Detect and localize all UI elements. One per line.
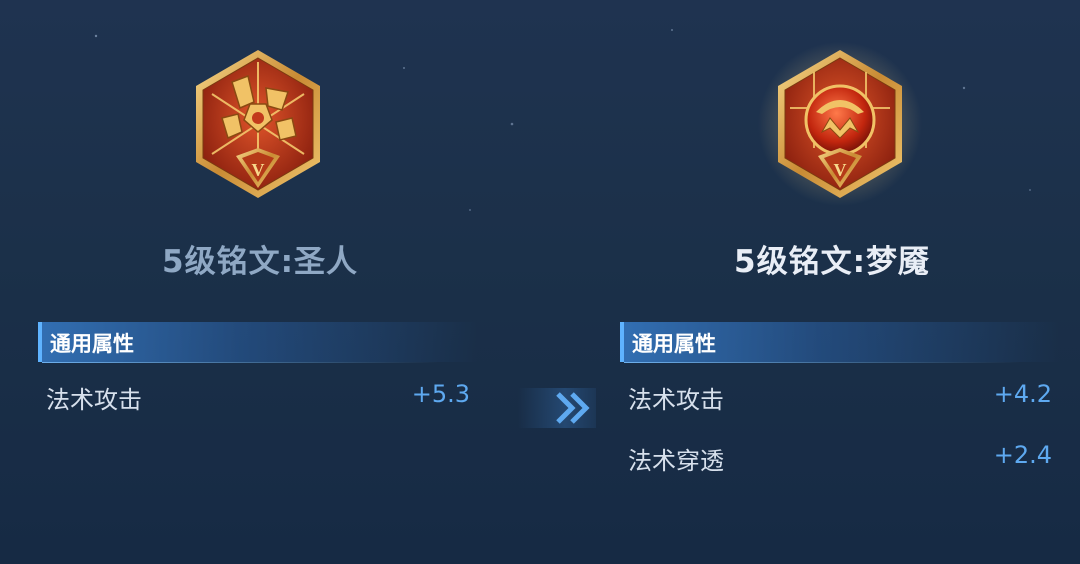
stat-row: 法术穿透 +2.4	[628, 441, 1052, 481]
tier-numeral: V	[252, 160, 265, 180]
tier-numeral: V	[834, 160, 847, 180]
stat-name: 法术攻击	[46, 386, 142, 414]
nightmare-rune-icon[interactable]: V	[758, 42, 922, 206]
new-rune-title: 5级铭文:梦魇	[734, 244, 930, 280]
stat-row: 法术攻击 +5.3	[46, 380, 470, 420]
stat-name: 法术攻击	[628, 386, 724, 414]
section-header-general-attributes: 通用属性	[620, 322, 1060, 363]
section-header-general-attributes: 通用属性	[38, 322, 478, 363]
stat-row: 法术攻击 +4.2	[628, 380, 1052, 420]
stat-value: +5.3	[411, 380, 470, 408]
current-rune-panel: V 5级铭文:圣人 通用属性 法术攻击 +5.3	[0, 0, 480, 564]
section-header-label: 通用属性	[50, 332, 134, 356]
saint-rune-icon[interactable]: V	[192, 48, 324, 200]
stat-value: +2.4	[993, 441, 1052, 469]
current-rune-title: 5级铭文:圣人	[162, 244, 358, 280]
stat-name: 法术穿透	[628, 447, 724, 475]
section-header-label: 通用属性	[632, 332, 716, 356]
stat-value: +4.2	[993, 380, 1052, 408]
new-rune-panel: V 5级铭文:梦魇 通用属性 法术攻击 +4.2 法术穿透 +2.4	[582, 0, 1062, 564]
